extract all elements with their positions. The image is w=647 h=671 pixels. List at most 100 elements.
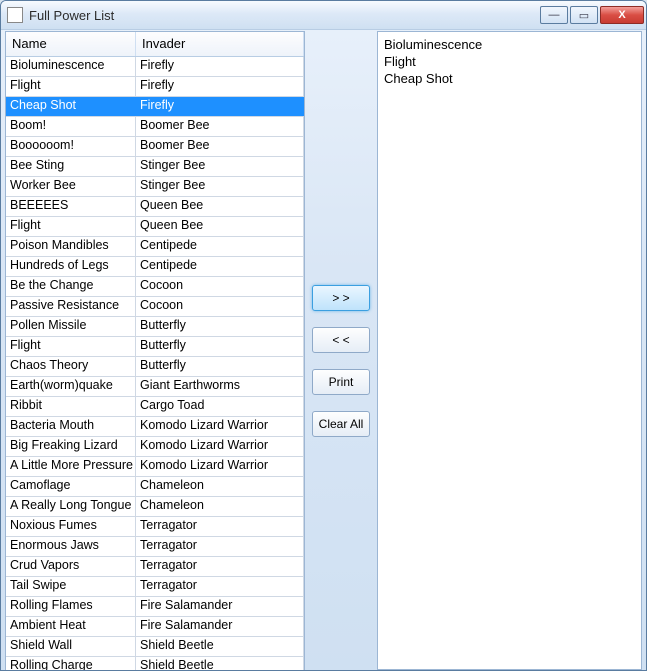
cell-name: Flight [6,77,136,96]
list-item[interactable]: Bioluminescence [384,36,635,53]
table-row[interactable]: A Little More PressureKomodo Lizard Warr… [6,457,304,477]
table-row[interactable]: Rolling FlamesFire Salamander [6,597,304,617]
remove-button[interactable]: < < [312,327,370,353]
table-row[interactable]: BioluminescenceFirefly [6,57,304,77]
table-row[interactable]: CamoflageChameleon [6,477,304,497]
cell-name: Boooooom! [6,137,136,156]
app-icon [7,7,23,23]
cell-name: Camoflage [6,477,136,496]
cell-name: Crud Vapors [6,557,136,576]
cell-name: Ambient Heat [6,617,136,636]
table-row[interactable]: Tail SwipeTerragator [6,577,304,597]
table-row[interactable]: Boooooom!Boomer Bee [6,137,304,157]
cell-invader: Cargo Toad [136,397,304,416]
list-item[interactable]: Flight [384,53,635,70]
cell-name: Hundreds of Legs [6,257,136,276]
table-row[interactable]: Rolling ChargeShield Beetle [6,657,304,671]
cell-invader: Chameleon [136,497,304,516]
table-row[interactable]: Big Freaking LizardKomodo Lizard Warrior [6,437,304,457]
cell-invader: Queen Bee [136,197,304,216]
cell-invader: Shield Beetle [136,657,304,671]
table-header: Name Invader [6,32,304,57]
cell-invader: Terragator [136,577,304,596]
cell-invader: Fire Salamander [136,597,304,616]
table-row[interactable]: Chaos TheoryButterfly [6,357,304,377]
table-row[interactable]: Pollen MissileButterfly [6,317,304,337]
cell-invader: Boomer Bee [136,117,304,136]
selected-pane: BioluminescenceFlightCheap Shot [377,31,642,670]
titlebar[interactable]: Full Power List — ▭ X [1,1,646,30]
client-area: Name Invader BioluminescenceFireflyFligh… [1,29,646,670]
table-row[interactable]: Passive ResistanceCocoon [6,297,304,317]
table-row[interactable]: Enormous JawsTerragator [6,537,304,557]
table-row[interactable]: FlightFirefly [6,77,304,97]
cell-invader: Firefly [136,77,304,96]
cell-name: Be the Change [6,277,136,296]
maximize-button[interactable]: ▭ [570,6,598,24]
table-row[interactable]: Be the ChangeCocoon [6,277,304,297]
cell-name: A Little More Pressure [6,457,136,476]
cell-name: Poison Mandibles [6,237,136,256]
cell-name: Chaos Theory [6,357,136,376]
cell-name: BEEEEES [6,197,136,216]
cell-name: Enormous Jaws [6,537,136,556]
cell-invader: Butterfly [136,317,304,336]
cell-name: Bee Sting [6,157,136,176]
window-controls: — ▭ X [540,6,644,24]
table-row[interactable]: Hundreds of LegsCentipede [6,257,304,277]
add-button[interactable]: > > [312,285,370,311]
cell-invader: Centipede [136,257,304,276]
minimize-button[interactable]: — [540,6,568,24]
list-item[interactable]: Cheap Shot [384,70,635,87]
transfer-buttons: > > < < Print Clear All [305,29,377,670]
cell-invader: Queen Bee [136,217,304,236]
table-row[interactable]: Ambient HeatFire Salamander [6,617,304,637]
cell-invader: Shield Beetle [136,637,304,656]
cell-name: Bioluminescence [6,57,136,76]
table-row[interactable]: Bee StingStinger Bee [6,157,304,177]
app-window: Full Power List — ▭ X Name Invader Biolu… [0,0,647,671]
cell-invader: Firefly [136,97,304,116]
cell-name: Rolling Flames [6,597,136,616]
column-header-invader[interactable]: Invader [136,32,304,56]
cell-name: Shield Wall [6,637,136,656]
cell-invader: Chameleon [136,477,304,496]
table-row[interactable]: A Really Long TongueChameleon [6,497,304,517]
cell-name: A Really Long Tongue [6,497,136,516]
print-button[interactable]: Print [312,369,370,395]
table-row[interactable]: Worker BeeStinger Bee [6,177,304,197]
table-row[interactable]: Boom!Boomer Bee [6,117,304,137]
table-row[interactable]: RibbitCargo Toad [6,397,304,417]
table-row[interactable]: BEEEEESQueen Bee [6,197,304,217]
cell-invader: Fire Salamander [136,617,304,636]
cell-invader: Stinger Bee [136,177,304,196]
cell-name: Bacteria Mouth [6,417,136,436]
cell-invader: Komodo Lizard Warrior [136,437,304,456]
clear-all-button[interactable]: Clear All [312,411,370,437]
table-row[interactable]: FlightButterfly [6,337,304,357]
cell-invader: Cocoon [136,277,304,296]
close-button[interactable]: X [600,6,644,24]
cell-invader: Butterfly [136,337,304,356]
cell-name: Pollen Missile [6,317,136,336]
table-row[interactable]: Bacteria MouthKomodo Lizard Warrior [6,417,304,437]
cell-invader: Butterfly [136,357,304,376]
cell-name: Ribbit [6,397,136,416]
cell-name: Worker Bee [6,177,136,196]
table-body[interactable]: BioluminescenceFireflyFlightFireflyCheap… [6,57,304,671]
cell-invader: Centipede [136,237,304,256]
table-row[interactable]: Shield WallShield Beetle [6,637,304,657]
selected-list[interactable]: BioluminescenceFlightCheap Shot [377,31,642,670]
cell-name: Rolling Charge [6,657,136,671]
cell-name: Noxious Fumes [6,517,136,536]
column-header-name[interactable]: Name [6,32,136,56]
cell-name: Tail Swipe [6,577,136,596]
table-row[interactable]: FlightQueen Bee [6,217,304,237]
table-row[interactable]: Poison MandiblesCentipede [6,237,304,257]
cell-name: Cheap Shot [6,97,136,116]
table-row[interactable]: Earth(worm)quakeGiant Earthworms [6,377,304,397]
table-row[interactable]: Noxious FumesTerragator [6,517,304,537]
table-row[interactable]: Cheap ShotFirefly [6,97,304,117]
table-row[interactable]: Crud VaporsTerragator [6,557,304,577]
cell-invader: Cocoon [136,297,304,316]
